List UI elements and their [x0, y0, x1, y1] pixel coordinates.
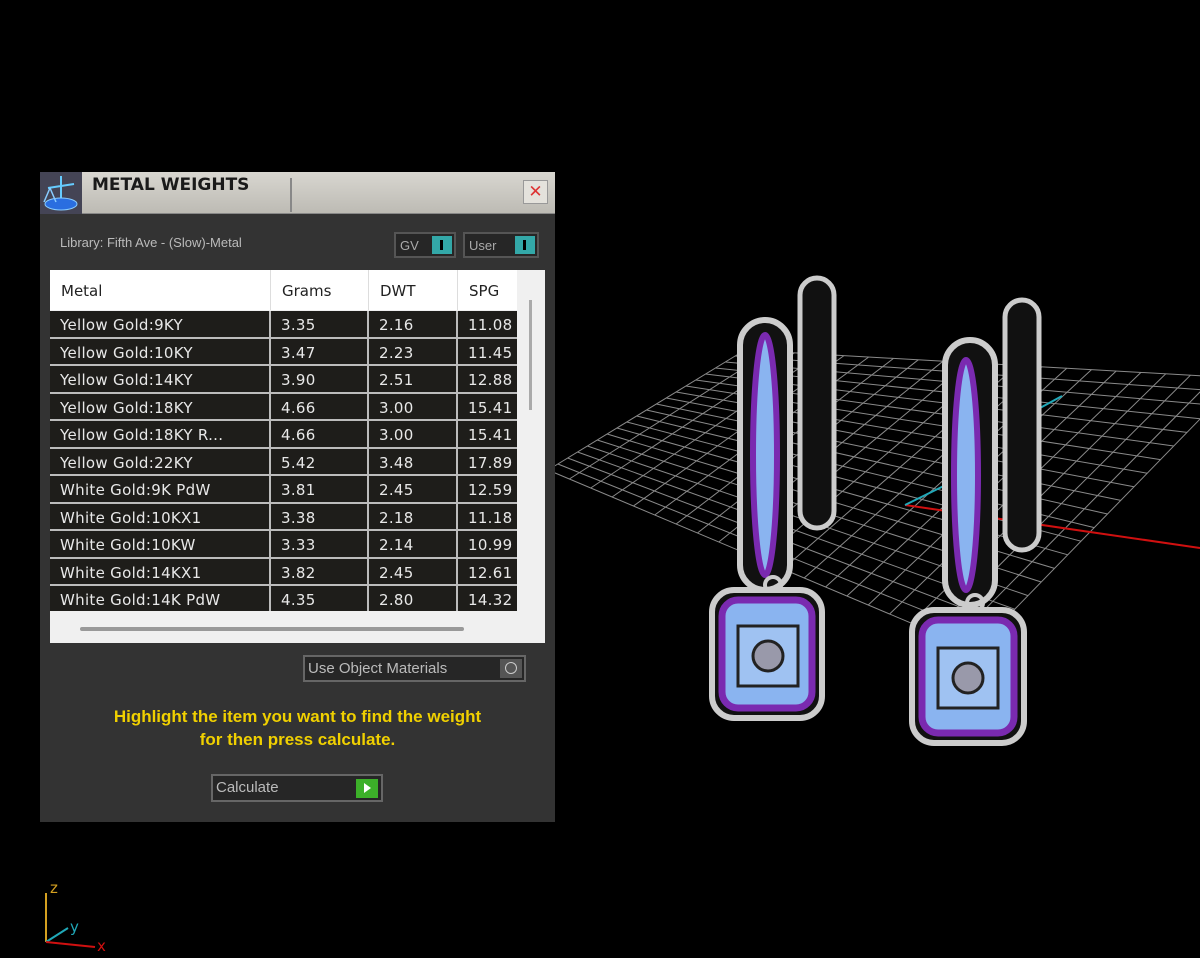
calculate-button[interactable]: Calculate [211, 774, 383, 802]
cell-metal: Yellow Gold:18KY R... [50, 421, 271, 447]
play-icon [356, 779, 378, 798]
column-header-grams[interactable]: Grams [271, 270, 369, 310]
column-header-metal[interactable]: Metal [50, 270, 271, 310]
axis-y-label: y [70, 918, 79, 936]
table-body: Yellow Gold:9KY 3.35 2.16 11.08 Yellow Gold:… [50, 311, 517, 611]
vertical-scrollbar[interactable] [529, 300, 532, 410]
cell-dwt: 2.51 [369, 366, 458, 392]
cell-spg: 12.61 [468, 563, 513, 582]
table-row[interactable]: White Gold:14K PdW 4.35 2.80 14.32 [50, 586, 517, 611]
cell-dwt: 3.48 [369, 448, 458, 474]
cell-grams: 3.81 [271, 476, 369, 502]
use-object-materials-toggle[interactable]: Use Object Materials [303, 655, 526, 682]
cell-grams: 3.90 [271, 366, 369, 392]
user-toggle-label: User [469, 238, 497, 253]
metal-table[interactable]: Metal Grams DWT SPG Yellow Gold:9KY 3.35 2… [50, 270, 545, 643]
cell-spg: 12.59 [468, 481, 513, 499]
table-row[interactable]: White Gold:14KX1 3.82 2.45 12.61 [50, 558, 517, 586]
gv-toggle-label: GV [400, 238, 419, 253]
cell-dwt: 2.16 [369, 311, 458, 337]
calculate-label: Calculate [216, 779, 279, 796]
cell-metal: White Gold:14KX1 [50, 558, 271, 584]
cell-metal: White Gold:14K PdW [50, 586, 271, 611]
cell-dwt: 2.23 [369, 338, 458, 364]
cell-grams: 3.82 [271, 558, 369, 584]
cell-spg: 11.45 [468, 343, 513, 362]
panel-title: METAL WEIGHTS [92, 175, 250, 195]
table-row[interactable]: Yellow Gold:22KY 5.42 3.48 17.89 [50, 448, 517, 476]
earring-left[interactable] [709, 275, 837, 721]
cell-spg: 17.89 [468, 453, 513, 472]
cell-spg: 14.32 [468, 591, 513, 609]
cell-spg: 15.41 [468, 426, 513, 444]
cell-metal: Yellow Gold:14KY [50, 366, 271, 392]
title-divider [290, 178, 292, 212]
table-row[interactable]: White Gold:10KW 3.33 2.14 10.99 [50, 531, 517, 559]
cell-grams: 3.47 [271, 338, 369, 364]
axis-x-label: x [97, 937, 106, 955]
cell-dwt: 2.80 [369, 586, 458, 611]
cell-grams: 4.66 [271, 393, 369, 419]
cell-spg: 11.08 [468, 316, 513, 334]
instruction-text: Highlight the item you want to find the … [40, 705, 555, 751]
cell-spg: 11.18 [468, 508, 513, 527]
scale-icon [40, 172, 82, 214]
table-row[interactable]: White Gold:10KX1 3.38 2.18 11.18 [50, 503, 517, 531]
table-row[interactable]: Yellow Gold:14KY 3.90 2.51 12.88 [50, 366, 517, 394]
axis-gizmo: z y x [45, 879, 106, 955]
table-header: Metal Grams DWT SPG [50, 270, 517, 310]
ground-grid [547, 349, 1200, 651]
axis-z-label: z [50, 879, 58, 897]
cell-grams: 5.42 [271, 448, 369, 474]
metal-weights-panel: METAL WEIGHTS ✕ Library: Fifth Ave - (Sl… [40, 172, 555, 822]
instruction-line-1: Highlight the item you want to find the … [113, 707, 482, 726]
toggle-switch-icon [515, 236, 535, 254]
cell-grams: 3.38 [271, 503, 369, 529]
cell-grams: 3.33 [271, 531, 369, 557]
horizontal-scrollbar[interactable] [80, 627, 464, 631]
library-label: Library: Fifth Ave - (Slow)-Metal [60, 235, 242, 250]
toggle-switch-icon [432, 236, 452, 254]
user-toggle[interactable]: User [463, 232, 539, 258]
radio-icon[interactable] [500, 659, 522, 678]
cell-metal: Yellow Gold:18KY [50, 393, 271, 419]
table-row[interactable]: Yellow Gold:10KY 3.47 2.23 11.45 [50, 338, 517, 366]
cell-dwt: 3.00 [369, 421, 458, 447]
table-row[interactable]: White Gold:9K PdW 3.81 2.45 12.59 [50, 476, 517, 504]
cell-grams: 4.66 [271, 421, 369, 447]
cell-metal: White Gold:9K PdW [50, 476, 271, 502]
cell-metal: Yellow Gold:22KY [50, 448, 271, 474]
cell-dwt: 3.00 [369, 393, 458, 419]
cell-dwt: 2.18 [369, 503, 458, 529]
cell-dwt: 2.45 [369, 558, 458, 584]
column-header-dwt[interactable]: DWT [369, 270, 458, 310]
gv-toggle[interactable]: GV [394, 232, 456, 258]
cell-spg: 15.41 [468, 398, 513, 417]
cell-metal: Yellow Gold:10KY [50, 338, 271, 364]
title-bar[interactable]: METAL WEIGHTS ✕ [40, 172, 555, 214]
cell-spg: 10.99 [468, 536, 513, 554]
earring-right[interactable] [909, 297, 1042, 746]
column-header-spg[interactable]: SPG [458, 270, 517, 310]
cell-dwt: 2.14 [369, 531, 458, 557]
use-object-materials-label: Use Object Materials [308, 660, 448, 677]
close-icon[interactable]: ✕ [523, 180, 548, 204]
table-row[interactable]: Yellow Gold:18KY R... 4.66 3.00 15.41 [50, 421, 517, 449]
cell-metal: White Gold:10KX1 [50, 503, 271, 529]
cell-grams: 3.35 [271, 311, 369, 337]
instruction-line-2: for then press calculate. [199, 730, 396, 749]
table-row[interactable]: Yellow Gold:9KY 3.35 2.16 11.08 [50, 311, 517, 339]
cell-metal: White Gold:10KW [50, 531, 271, 557]
cell-metal: Yellow Gold:9KY [50, 311, 271, 337]
cell-spg: 12.88 [468, 371, 513, 389]
table-row[interactable]: Yellow Gold:18KY 4.66 3.00 15.41 [50, 393, 517, 421]
cell-dwt: 2.45 [369, 476, 458, 502]
cell-grams: 4.35 [271, 586, 369, 611]
